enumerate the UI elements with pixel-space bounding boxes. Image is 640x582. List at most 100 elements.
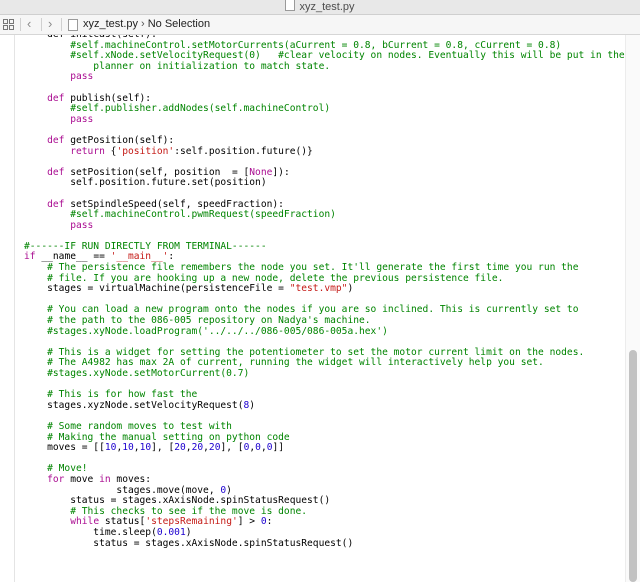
code-token: # You can load a new program onto the no… bbox=[24, 304, 579, 316]
divider bbox=[61, 18, 62, 31]
code-token: time.sleep( bbox=[24, 526, 157, 538]
code-token: # file. If you are hooking up a new node… bbox=[24, 272, 504, 284]
code-line: moves = [[10,10,10], [20,20,20], [0,0,0]… bbox=[24, 442, 624, 454]
code-token: ]): bbox=[272, 166, 290, 178]
code-line: pass bbox=[24, 72, 624, 83]
breadcrumb-file[interactable]: xyz_test.py bbox=[83, 18, 138, 30]
code-token: # The persistence file remembers the nod… bbox=[24, 262, 579, 274]
code-token: #stages.xyNode.setMotorCurrent(0.7) bbox=[24, 368, 250, 379]
code-token: status[ bbox=[99, 516, 146, 528]
code-token: pass bbox=[70, 113, 94, 125]
code-line: #self.publisher.addNodes(self.machineCon… bbox=[24, 103, 624, 115]
source-code[interactable]: def initcast(self): #self.machineControl… bbox=[24, 35, 640, 550]
code-token: ], [ bbox=[220, 442, 244, 454]
code-token: 20 bbox=[174, 442, 186, 454]
code-token: #self.xNode.setVelocityRequest(0) #clear… bbox=[24, 50, 640, 62]
code-token: :self.position.future()} bbox=[174, 145, 313, 157]
code-token: setPosition(self, position = [ bbox=[64, 166, 250, 178]
code-token: if bbox=[24, 251, 36, 263]
code-token: #------IF RUN DIRECTLY FROM TERMINAL----… bbox=[24, 240, 267, 252]
code-token: def bbox=[47, 166, 65, 178]
code-line: self.position.future.set(position) bbox=[24, 178, 624, 189]
code-line: status = stages.xAxisNode.spinStatusRequ… bbox=[24, 538, 624, 550]
code-token: # Some random moves to test with bbox=[24, 420, 232, 432]
code-token: def bbox=[47, 134, 65, 146]
code-token: pass bbox=[70, 219, 94, 231]
code-token: pass bbox=[70, 71, 94, 83]
document-icon bbox=[285, 0, 296, 11]
code-token: moves: bbox=[110, 473, 152, 485]
code-token: planner on initialization to match state… bbox=[24, 60, 331, 72]
code-line: planner on initialization to match state… bbox=[24, 60, 624, 73]
code-token: ] > bbox=[237, 516, 261, 528]
forward-arrow-icon[interactable]: › bbox=[48, 16, 52, 31]
code-token: 'stepsRemaining' bbox=[145, 516, 238, 528]
python-file-icon bbox=[68, 19, 78, 31]
code-token: publish(self): bbox=[64, 92, 152, 104]
code-editor[interactable]: def initcast(self): #self.machineControl… bbox=[0, 35, 640, 582]
code-token: #self.machineControl.setMotorCurrents(aC… bbox=[24, 39, 562, 51]
code-token: # Making the manual setting on python co… bbox=[24, 431, 290, 443]
window-title-container: xyz_test.py bbox=[0, 0, 640, 13]
code-token: getPosition(self): bbox=[64, 134, 175, 146]
breadcrumb-selection[interactable]: No Selection bbox=[148, 18, 210, 30]
code-token: "test.vmp" bbox=[289, 283, 348, 295]
code-token: #self.machineControl.pwmRequest(speedFra… bbox=[24, 209, 336, 221]
code-token: stages.xyzNode.setVelocityRequest( bbox=[24, 399, 244, 411]
code-token: 20 bbox=[191, 442, 204, 454]
code-token: self.position.future.set(position) bbox=[24, 177, 267, 189]
code-token: for bbox=[47, 473, 65, 485]
code-line: #stages.xyNode.loadProgram('../../../086… bbox=[24, 325, 624, 338]
code-token: 20 bbox=[208, 442, 221, 454]
code-token: # This is a widget for setting the poten… bbox=[24, 346, 585, 358]
code-token: ]] bbox=[272, 442, 285, 454]
code-token: # This is for how fast the bbox=[24, 389, 198, 401]
code-token: ) bbox=[249, 399, 256, 411]
related-items-grid-icon[interactable] bbox=[3, 19, 14, 30]
code-token: : bbox=[168, 251, 175, 263]
code-line: pass bbox=[24, 113, 624, 126]
code-token: None bbox=[249, 166, 273, 178]
code-line: return {'position':self.position.future(… bbox=[24, 145, 624, 158]
code-token: in bbox=[99, 473, 111, 485]
window-title: xyz_test.py bbox=[299, 1, 355, 13]
vertical-scrollbar[interactable] bbox=[625, 35, 640, 582]
code-token: stages = virtualMachine(persistenceFile … bbox=[24, 283, 290, 295]
back-arrow-icon[interactable]: ‹ bbox=[27, 16, 31, 31]
code-token: ) bbox=[226, 484, 232, 496]
code-token: #self.publisher.addNodes(self.machineCon… bbox=[24, 103, 331, 115]
code-token: : bbox=[266, 516, 273, 528]
breadcrumb: xyz_test.py › No Selection bbox=[83, 18, 210, 30]
code-token: __name__ == bbox=[35, 251, 111, 263]
jump-bar: ‹ › xyz_test.py › No Selection bbox=[0, 15, 640, 35]
scrollbar-thumb[interactable] bbox=[629, 350, 637, 582]
code-token: #stages.xyNode.loadProgram('../../../086… bbox=[24, 325, 388, 337]
code-token: # This checks to see if the move is done… bbox=[24, 505, 308, 517]
code-token: # Move! bbox=[24, 463, 88, 475]
code-token: 10 bbox=[139, 442, 152, 454]
code-token: move bbox=[64, 473, 100, 485]
code-token: 10 bbox=[104, 442, 117, 454]
code-token: 'position' bbox=[116, 145, 175, 157]
code-line: pass bbox=[24, 219, 624, 232]
code-token: 0.001 bbox=[156, 526, 186, 538]
code-token: return bbox=[70, 145, 105, 157]
code-token: while bbox=[70, 516, 100, 528]
divider bbox=[41, 18, 42, 31]
code-token: ], [ bbox=[151, 442, 175, 454]
window-titlebar: xyz_test.py bbox=[0, 0, 640, 15]
code-line: #stages.xyNode.setMotorCurrent(0.7) bbox=[24, 368, 624, 380]
line-gutter bbox=[0, 35, 15, 582]
code-line: stages.xyzNode.setVelocityRequest(8) bbox=[24, 399, 624, 412]
code-token: moves = [[ bbox=[24, 442, 105, 454]
code-token: status = stages.xAxisNode.spinStatusRequ… bbox=[24, 495, 331, 507]
code-token: ) bbox=[185, 526, 192, 538]
